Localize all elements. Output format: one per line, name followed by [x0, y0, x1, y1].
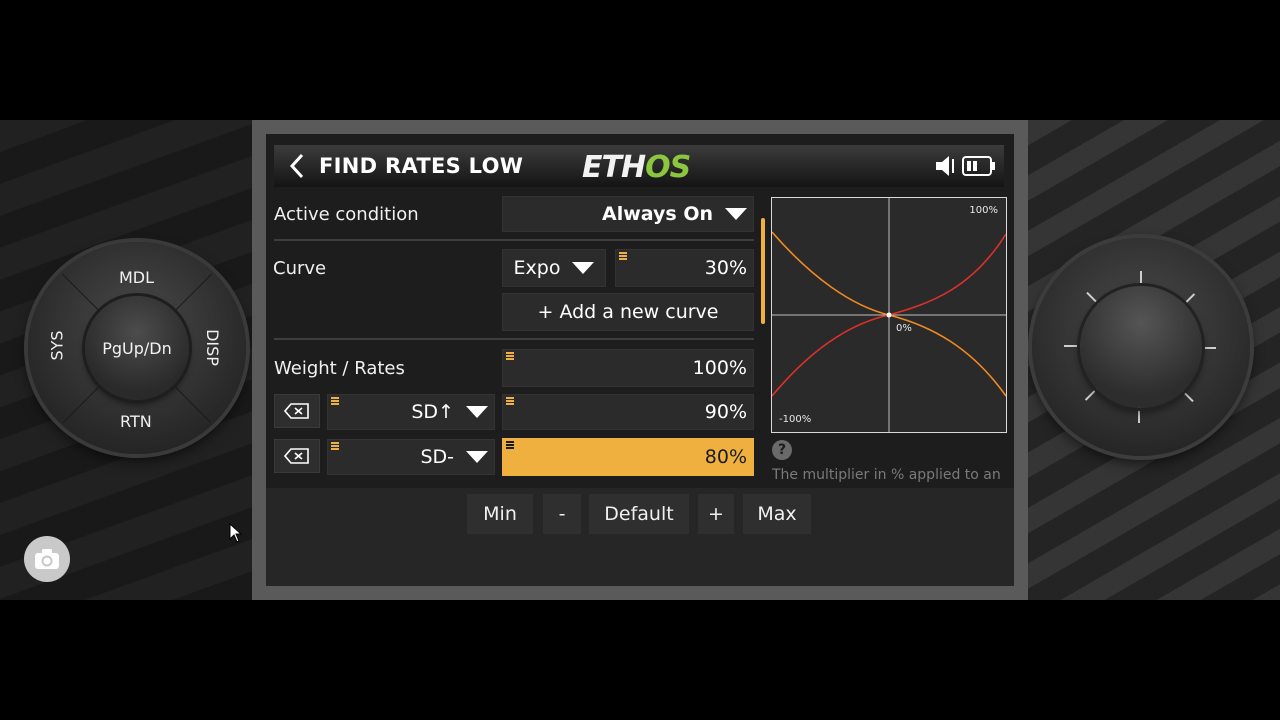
rate-value-field-selected[interactable]: 80% — [502, 438, 754, 476]
max-button[interactable]: Max — [743, 494, 811, 534]
remove-rate-button[interactable] — [274, 439, 320, 473]
menu-marker-icon — [331, 397, 339, 405]
curve-type-dropdown[interactable]: Expo — [502, 249, 606, 287]
weight-rates-label: Weight / Rates — [274, 358, 405, 379]
menu-marker-icon — [331, 442, 339, 450]
caret-down-icon — [466, 451, 488, 463]
speaker-icon[interactable] — [934, 153, 960, 179]
default-button[interactable]: Default — [589, 494, 689, 534]
rotary-knob[interactable] — [1080, 286, 1202, 408]
rotary-encoder[interactable] — [1032, 238, 1250, 456]
menu-marker-icon — [619, 252, 627, 260]
rate-value-field[interactable]: 90% — [502, 394, 754, 430]
divider — [274, 338, 754, 340]
curve-plot: 100% 0% -100% — [771, 198, 1007, 432]
menu-marker-icon — [506, 397, 514, 405]
screenshot-camera-button[interactable] — [24, 536, 70, 582]
caret-down-icon — [572, 262, 595, 274]
battery-icon — [962, 156, 995, 176]
help-text: The multiplier in % applied to an — [772, 467, 1001, 483]
menu-marker-icon — [506, 352, 514, 360]
delete-icon — [284, 448, 309, 464]
ethos-logo: ETHOS — [582, 150, 691, 185]
radio-screen: FIND RATES LOW ETHOS Active condition Al… — [266, 134, 1014, 586]
graph-bottom-label: -100% — [779, 414, 811, 425]
curve-graph: 100% 0% -100% — [771, 197, 1007, 433]
mdl-button[interactable]: MDL — [119, 268, 154, 287]
decrement-button[interactable]: - — [543, 494, 581, 534]
active-condition-dropdown[interactable]: Always On — [502, 196, 754, 232]
menu-marker-icon — [506, 441, 514, 449]
rate-switch-dropdown[interactable]: SD- — [327, 439, 495, 475]
divider — [274, 239, 754, 241]
camera-icon — [35, 549, 59, 569]
curve-value-field[interactable]: 30% — [615, 249, 754, 287]
rate-switch-dropdown[interactable]: SD↑ — [327, 394, 495, 430]
add-new-curve-button[interactable]: + Add a new curve — [502, 293, 754, 331]
caret-down-icon — [466, 406, 488, 418]
scrollbar[interactable] — [761, 218, 765, 324]
graph-center-label: 0% — [896, 323, 912, 334]
navigation-pad: MDL RTN SYS DISP PgUp/Dn — [28, 242, 246, 454]
help-icon[interactable]: ? — [772, 440, 792, 460]
increment-button[interactable]: + — [698, 494, 734, 534]
back-button[interactable] — [282, 149, 312, 183]
pgup-pgdn-button[interactable]: PgUp/Dn — [85, 296, 189, 400]
curve-label: Curve — [273, 258, 327, 279]
remove-rate-button[interactable] — [274, 394, 320, 428]
sys-button[interactable]: SYS — [48, 330, 67, 360]
min-button[interactable]: Min — [467, 494, 533, 534]
weight-base-value-field[interactable]: 100% — [502, 349, 754, 387]
active-condition-label: Active condition — [274, 204, 419, 225]
rtn-button[interactable]: RTN — [120, 412, 152, 431]
page-title: FIND RATES LOW — [319, 154, 524, 178]
chevron-left-icon — [289, 153, 304, 179]
delete-icon — [284, 403, 309, 419]
mouse-cursor-icon — [229, 523, 243, 543]
header-bar: FIND RATES LOW ETHOS — [274, 145, 1004, 187]
curve-center-point — [886, 312, 892, 318]
disp-button[interactable]: DISP — [203, 329, 222, 366]
graph-top-label: 100% — [969, 205, 998, 216]
caret-down-icon — [725, 208, 747, 220]
